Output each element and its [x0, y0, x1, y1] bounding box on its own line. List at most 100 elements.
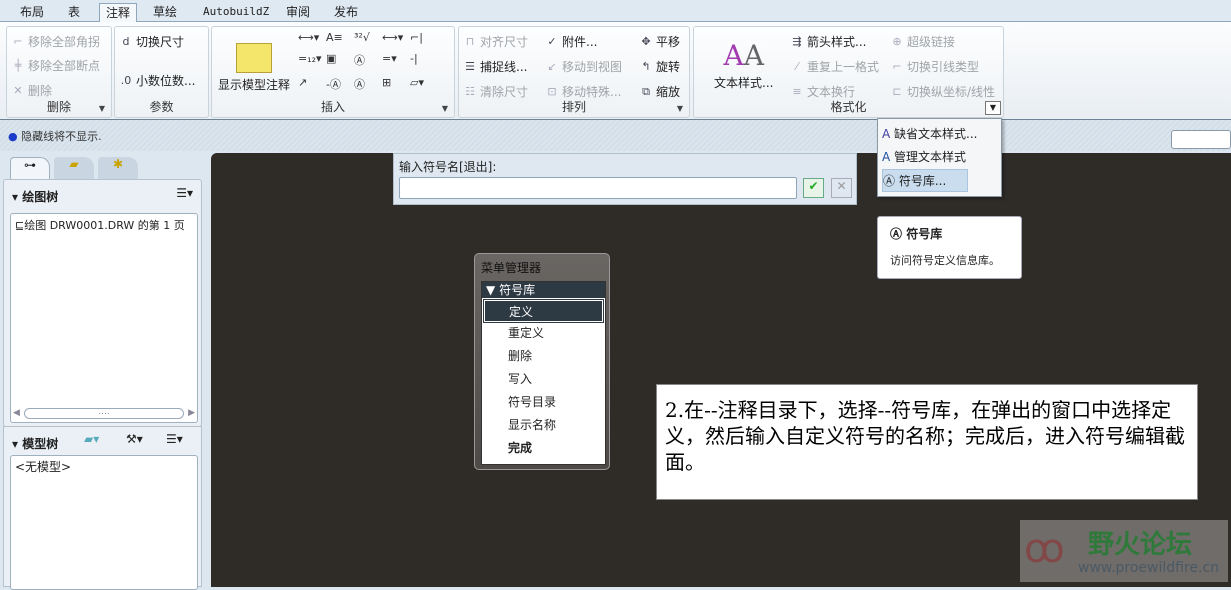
menu-item-redefine[interactable]: 重定义 [482, 322, 605, 345]
group-expand-icon[interactable]: ▼ [99, 104, 105, 113]
text-style-icon: AA [723, 39, 764, 72]
ref-dim-icon[interactable]: ⌐| [410, 31, 438, 44]
decimal-places-button[interactable]: .0 小数位数... [119, 72, 196, 89]
group-label: 插入 [320, 100, 345, 114]
menu-item-default-text-style[interactable]: A 缺省文本样式... [882, 123, 997, 146]
snap-line-icon: ☰ [465, 59, 475, 73]
symbol-gallery-icon: Ⓐ [890, 227, 903, 241]
ribbon: ⌐ 移除全部角拐 ╪ 移除全部断点 ✕ 删除 删除 ▼ d 切换尺寸 .0 小数位数... … [0, 22, 1231, 119]
navigator-tabs: ⊶ ▰ ✱ [10, 157, 138, 179]
delete-button[interactable]: ✕ 删除 [11, 82, 52, 99]
menu-manager-list: ▼ 符号库 定义 重定义 删除 写入 符号目录 显示名称 完成 [481, 281, 606, 465]
menu-item-write[interactable]: 写入 [482, 368, 605, 391]
symbol-gallery-icon: Ⓐ [883, 174, 896, 188]
move-to-view-button[interactable]: ↙ 移动到视图 [545, 58, 622, 75]
snap-line-button[interactable]: ☰ 捕捉线... [463, 58, 527, 75]
menu-section-symbol-gallery[interactable]: ▼ 符号库 [482, 282, 605, 298]
group-label: 参数 [149, 100, 174, 114]
remove-all-breaks-button[interactable]: ╪ 移除全部断点 [11, 57, 100, 74]
format-dropdown-menu: A 缺省文本样式... A 管理文本样式 Ⓐ 符号库... [877, 118, 1002, 197]
tab-publish[interactable]: 发布 [328, 3, 364, 22]
leader-type-icon: ⌐ [892, 59, 902, 73]
menu-item-symbol-directory[interactable]: 符号目录 [482, 391, 605, 414]
ordinate-icon[interactable]: ⟷▾ [382, 31, 410, 44]
search-input[interactable] [1171, 130, 1231, 149]
dimension-icon[interactable]: ⟷▾ [298, 31, 326, 44]
arrow-style-button[interactable]: ⇶ 箭头样式... [790, 33, 866, 50]
hyperlink-button[interactable]: ⊕ 超级链接 [890, 33, 955, 50]
note-icon[interactable]: A≡ [326, 31, 354, 44]
tab-autobuildz[interactable]: AutobuildZ [197, 3, 275, 22]
tab-annotate[interactable]: 注释 [99, 3, 138, 22]
menu-item-done[interactable]: 完成 [482, 437, 605, 460]
rotate-button[interactable]: ↰ 旋转 [639, 58, 680, 75]
datum-target-icon[interactable]: -Ⓐ [326, 76, 354, 92]
group-arrange: ⊓ 对齐尺寸 ☰ 捕捉线... ☷ 清除尺寸 ✓ 附件... ↙ 移动到视图 ⊡ 移动特殊.… [458, 26, 690, 118]
pan-button[interactable]: ✥ 平移 [639, 33, 680, 50]
gtol-icon[interactable]: ▣ [326, 52, 354, 68]
scroll-right-icon[interactable]: ▶ [188, 408, 195, 418]
model-tree-header[interactable]: ▾ 模型树 [12, 435, 58, 452]
tree-settings-icon[interactable]: ☰▾ [166, 432, 183, 446]
symbol-instance-icon[interactable]: Ⓐ [354, 76, 382, 92]
text-style-button[interactable]: AA 文本样式... [714, 41, 773, 91]
repeat-format-icon: ⁄ [796, 59, 798, 73]
ribbon-tabs: 布局 表 注释 草绘 AutobuildZ 审阅 发布 [0, 0, 1231, 22]
folder-browser-tab-icon[interactable]: ▰ [54, 157, 94, 179]
menu-item-show-name[interactable]: 显示名称 [482, 414, 605, 437]
surface-finish-icon[interactable]: ³²√ [354, 31, 382, 44]
tools-icon[interactable]: ⚒▾ [126, 432, 143, 446]
text-style-icon: A [882, 127, 891, 141]
group-expand-icon[interactable]: ▼ [677, 104, 683, 113]
tooltip: Ⓐ 符号库 访问符号定义信息库。 [877, 216, 1022, 279]
toggle-leader-type-button[interactable]: ⌐ 切换引线类型 [890, 58, 979, 75]
balloon-icon[interactable]: ↗ [298, 76, 326, 92]
jog-insert-icon[interactable]: -| [410, 52, 438, 68]
bullet-icon: ● [8, 130, 18, 143]
show-model-annotations-button[interactable]: 显示模型注释 [218, 43, 290, 93]
symbol-name-prompt: 输入符号名[退出]: ✔ ✕ [393, 153, 857, 205]
tab-table[interactable]: 表 [62, 3, 86, 22]
symbol-icon[interactable]: Ⓐ [354, 52, 382, 68]
symbol-name-input[interactable] [399, 177, 797, 199]
group-label: 排列 [561, 100, 586, 114]
menu-item-define[interactable]: 定义 [483, 299, 604, 323]
tab-review[interactable]: 审阅 [280, 3, 316, 22]
tab-sketch[interactable]: 草绘 [147, 3, 183, 22]
tab-layout[interactable]: 布局 [14, 3, 50, 22]
menu-item-delete[interactable]: 删除 [482, 345, 605, 368]
drawing-tree-header[interactable]: ▾ 绘图树 [12, 188, 58, 205]
jog-icon: ⌐ [13, 34, 23, 48]
model-tree-tab-icon[interactable]: ⊶ [10, 157, 50, 179]
align-dims-button[interactable]: ⊓ 对齐尺寸 [463, 33, 528, 50]
status-text: 隐藏线将不显示. [21, 130, 102, 143]
group-expand-icon[interactable]: ▼ [442, 104, 448, 113]
text-wrap-icon: ≡ [792, 84, 802, 98]
flag-icon[interactable]: ▱▾ [410, 76, 438, 92]
scroll-left-icon[interactable]: ◀ [13, 408, 20, 418]
table-icon[interactable]: ⊞ [382, 76, 410, 92]
tooltip-title: Ⓐ 符号库 [890, 227, 943, 241]
display-icon[interactable]: ▰▾ [84, 432, 99, 446]
tree-settings-icon[interactable]: ☰▾ [176, 186, 193, 200]
format-dropdown-button[interactable]: ▼ [985, 101, 1001, 115]
remove-all-jogs-button[interactable]: ⌐ 移除全部角拐 [11, 33, 100, 50]
move-special-icon: ⊡ [547, 84, 557, 98]
toggle-dimension-button[interactable]: d 切换尺寸 [119, 33, 185, 50]
attach-button[interactable]: ✓ 附件... [545, 33, 597, 50]
tolerance-icon[interactable]: =₁₂▾ [298, 52, 326, 68]
menu-item-symbol-gallery[interactable]: Ⓐ 符号库... [882, 169, 968, 192]
scroll-thumb[interactable]: .... [23, 407, 185, 419]
datum-icon[interactable]: =▾ [382, 52, 410, 68]
menu-item-manage-text-styles[interactable]: A 管理文本样式 [882, 146, 997, 169]
decimal-icon: .0 [120, 73, 132, 87]
repeat-format-button[interactable]: ⁄ 重复上一格式 [790, 58, 879, 75]
horizontal-scrollbar[interactable]: ◀.... ▶ [13, 406, 195, 420]
watermark-url: www.proewildfire.cn [1078, 560, 1220, 576]
tree-item-drawing-sheet[interactable]: ⊑绘图 DRW0001.DRW 的第 1 页 [11, 214, 197, 236]
favorites-tab-icon[interactable]: ✱ [98, 157, 138, 179]
annotation-text: 2.在--注释目录下，选择--符号库，在弹出的窗口中选择定义，然后输入自定义符号… [656, 384, 1198, 500]
accept-button[interactable]: ✔ [803, 178, 824, 198]
cancel-button[interactable]: ✕ [831, 178, 852, 198]
sheet-icon: ⊑ [15, 219, 25, 232]
